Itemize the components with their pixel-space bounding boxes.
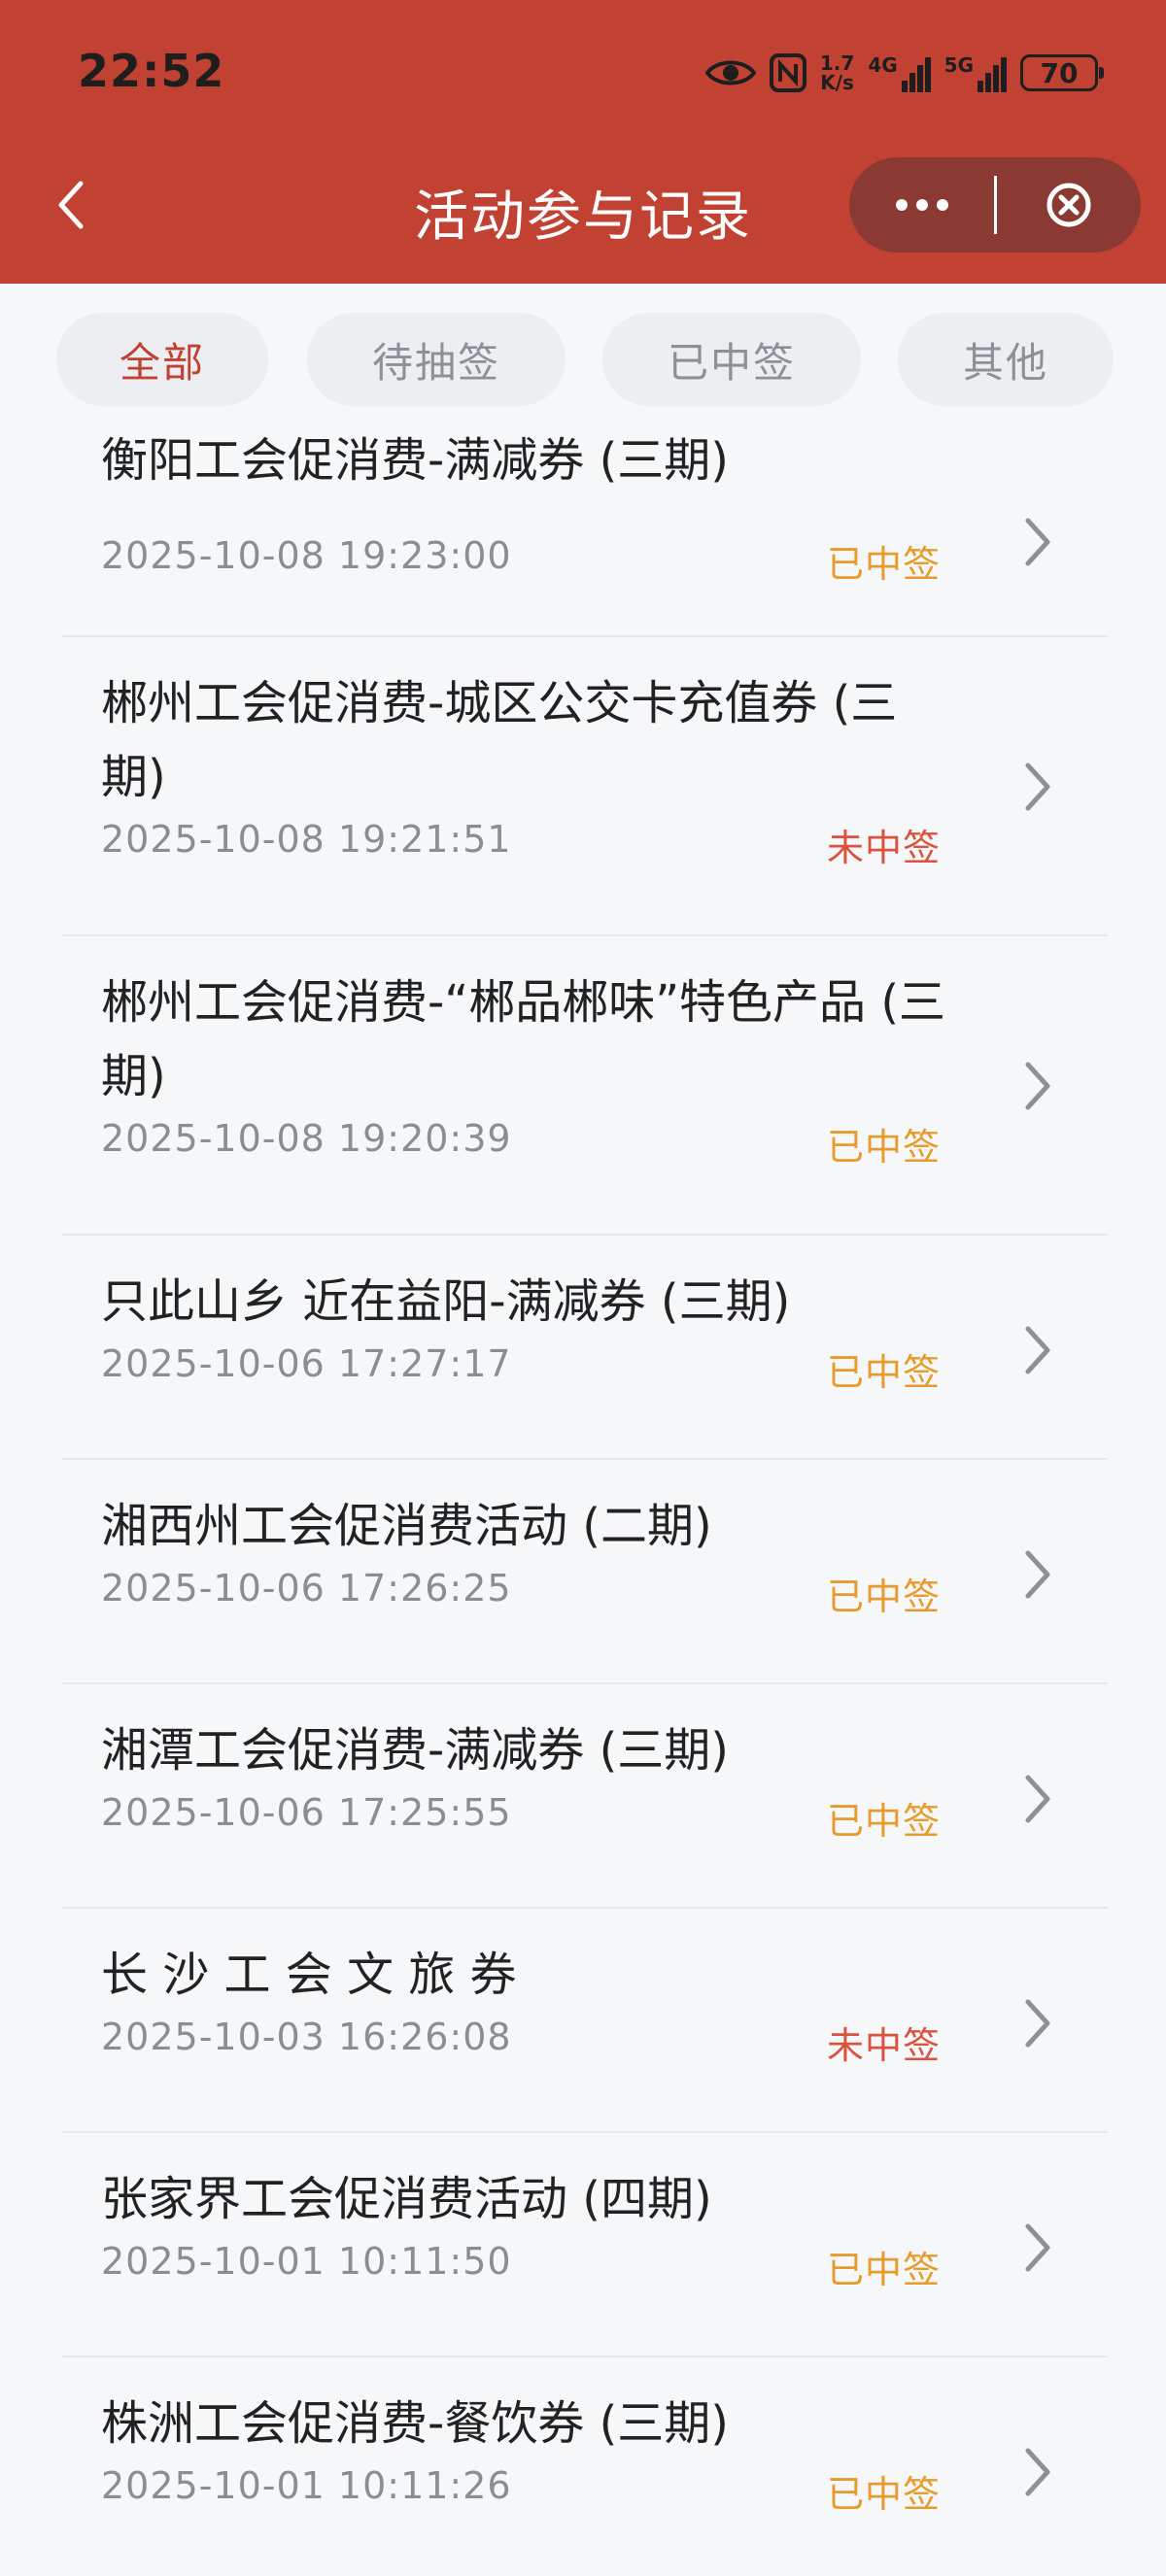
record-status: 已中签 — [826, 1576, 941, 1618]
record-title: 株洲工会促消费-餐饮券 (三期) — [101, 2396, 730, 2451]
records-list: 衡阳工会促消费-满减券 (三期) 2025-10-08 19:23:00 已中签… — [0, 427, 1166, 2576]
signal-icon: 4G — [868, 53, 931, 92]
chevron-right-icon — [1025, 1062, 1050, 1110]
record-status: 已中签 — [826, 2473, 941, 2516]
record-date: 2025-10-01 10:11:26 — [101, 2464, 512, 2507]
signal-label: 5G — [943, 53, 974, 77]
record-status: 已中签 — [826, 1126, 941, 1169]
record-title: 长 沙 工 会 文 旅 券 — [101, 1948, 517, 2002]
tab-other[interactable]: 其他 — [898, 313, 1114, 406]
record-title: 郴州工会促消费-“郴品郴味”特色产品 (三期) — [101, 975, 946, 1103]
nav-bar: 活动参与记录 — [0, 146, 1166, 284]
chevron-right-icon — [1025, 1326, 1050, 1374]
net-speed-value: 1.7 — [819, 51, 855, 75]
chevron-right-icon — [1025, 518, 1050, 566]
chevron-right-icon — [1025, 2448, 1050, 2496]
close-button[interactable] — [997, 157, 1141, 253]
battery-level: 70 — [1040, 56, 1079, 89]
nfc-icon — [769, 53, 806, 92]
record-title: 只此山乡 近在益阳-满减券 (三期) — [101, 1274, 791, 1329]
chevron-right-icon — [1025, 1999, 1050, 2048]
eye-icon — [704, 56, 756, 89]
tab-won[interactable]: 已中签 — [602, 313, 861, 406]
signal-icon: 5G — [944, 53, 1007, 92]
net-speed-unit: K/s — [820, 71, 854, 94]
status-bar: 22:52 1.7 K/s 4G 5G 70 — [0, 0, 1166, 146]
record-date: 2025-10-06 17:25:55 — [101, 1791, 512, 1834]
record-item[interactable]: 只此山乡 近在益阳-满减券 (三期) 2025-10-06 17:27:17 已… — [62, 1236, 1108, 1460]
record-item[interactable]: 郴州工会促消费-“郴品郴味”特色产品 (三期) 2025-10-08 19:20… — [62, 936, 1108, 1236]
status-time: 22:52 — [78, 45, 225, 97]
record-item[interactable]: 郴州工会促消费-城区公交卡充值券 (三期) 2025-10-08 19:21:5… — [62, 637, 1108, 936]
signal-label: 4G — [868, 53, 898, 77]
record-date: 2025-10-03 16:26:08 — [101, 2016, 512, 2058]
tab-pending-draw[interactable]: 待抽签 — [307, 313, 566, 406]
status-icons: 1.7 K/s 4G 5G 70 — [704, 51, 1104, 95]
record-item[interactable]: 湘潭工会促消费-满减券 (三期) 2025-10-06 17:25:55 已中签 — [62, 1684, 1108, 1909]
record-status: 未中签 — [826, 827, 941, 869]
close-circle-icon — [1046, 183, 1091, 227]
record-status: 已中签 — [826, 1800, 941, 1843]
battery-icon: 70 — [1020, 54, 1104, 91]
record-title: 张家界工会促消费活动 (四期) — [101, 2172, 712, 2226]
more-button[interactable] — [849, 157, 994, 253]
record-item[interactable]: 张家界工会促消费活动 (四期) 2025-10-01 10:11:50 已中签 — [62, 2133, 1108, 2357]
record-title: 湘潭工会促消费-满减券 (三期) — [101, 1723, 730, 1778]
net-speed: 1.7 K/s — [820, 53, 854, 92]
record-item[interactable]: 长 沙 工 会 文 旅 券 2025-10-03 16:26:08 未中签 — [62, 1909, 1108, 2133]
record-date: 2025-10-08 19:23:00 — [101, 534, 512, 577]
record-title: 湘西州工会促消费活动 (二期) — [101, 1499, 712, 1553]
record-date: 2025-10-01 10:11:50 — [101, 2240, 512, 2283]
record-status: 未中签 — [826, 2024, 941, 2067]
more-dots-icon — [895, 199, 948, 211]
record-status: 已中签 — [826, 543, 941, 586]
record-status: 已中签 — [826, 1351, 941, 1394]
filter-tabs: 全部 待抽签 已中签 其他 — [0, 313, 1166, 408]
record-item[interactable]: 株洲工会促消费-餐饮券 (三期) 2025-10-01 10:11:26 已中签 — [62, 2357, 1108, 2576]
record-title: 衡阳工会促消费-满减券 (三期) — [101, 433, 730, 488]
record-date: 2025-10-08 19:20:39 — [101, 1117, 512, 1160]
record-item[interactable]: 衡阳工会促消费-满减券 (三期) 2025-10-08 19:23:00 已中签 — [62, 427, 1108, 637]
tab-all[interactable]: 全部 — [56, 313, 268, 406]
record-item[interactable]: 湘西州工会促消费活动 (二期) 2025-10-06 17:26:25 已中签 — [62, 1460, 1108, 1684]
app-header: 22:52 1.7 K/s 4G 5G 70 活动参与记录 — [0, 0, 1166, 284]
chevron-right-icon — [1025, 1775, 1050, 1823]
record-title: 郴州工会促消费-城区公交卡充值券 (三期) — [101, 676, 898, 804]
record-date: 2025-10-06 17:27:17 — [101, 1342, 512, 1385]
chevron-right-icon — [1025, 1550, 1050, 1599]
record-date: 2025-10-08 19:21:51 — [101, 818, 512, 861]
chevron-right-icon — [1025, 763, 1050, 811]
chevron-right-icon — [1025, 2223, 1050, 2272]
record-date: 2025-10-06 17:26:25 — [101, 1567, 512, 1610]
mini-program-capsule — [849, 157, 1141, 253]
record-status: 已中签 — [826, 2249, 941, 2291]
